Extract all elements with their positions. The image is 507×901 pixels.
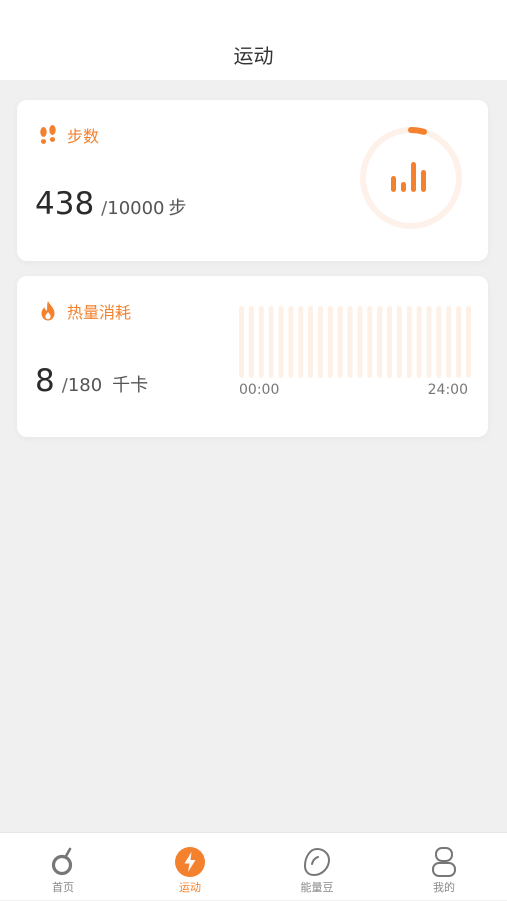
top-bar: 运动 <box>0 0 507 80</box>
calorie-value: 8 <box>35 363 55 399</box>
hour-bar-track <box>317 306 323 378</box>
hour-bar-track <box>357 306 363 378</box>
hourly-calorie-chart <box>239 306 471 378</box>
calorie-value-row: 8 / 180 千卡 <box>35 363 148 399</box>
calorie-label: 热量消耗 <box>67 303 132 322</box>
footprints-icon <box>40 125 56 144</box>
steps-label: 步数 <box>67 127 100 146</box>
steps-value: 438 <box>35 186 95 222</box>
tab-sport[interactable]: 运动 <box>127 833 253 901</box>
tab-beans[interactable]: 能量豆 <box>254 833 380 901</box>
hour-bar-track <box>387 306 393 378</box>
bottom-tab-bar: 首页 运动 能量豆 我的 <box>0 832 507 900</box>
tab-me[interactable]: 我的 <box>381 833 507 901</box>
hour-bar-track <box>456 306 462 378</box>
hour-bar-track <box>416 306 422 378</box>
hour-bar-track <box>239 306 244 378</box>
hour-bar-track <box>406 306 412 378</box>
hour-bar-track <box>396 306 402 378</box>
time-start-label: 00:00 <box>239 382 280 398</box>
hour-bar-track <box>426 306 432 378</box>
hour-bar-track <box>258 306 264 378</box>
person-icon <box>432 847 456 877</box>
bean-icon <box>303 847 331 877</box>
calorie-unit: 千卡 <box>112 375 149 396</box>
hour-bar-track <box>337 306 343 378</box>
hour-bar-track <box>446 306 452 378</box>
hour-bar-track <box>436 306 442 378</box>
steps-goal: 10000 <box>107 198 165 219</box>
tab-me-label: 我的 <box>433 881 455 894</box>
calorie-goal: 180 <box>67 375 103 396</box>
hour-bar-track <box>347 306 353 378</box>
steps-value-row: 438 / 10000 步 <box>35 186 187 222</box>
tab-home-label: 首页 <box>52 881 74 894</box>
tab-sport-label: 运动 <box>179 881 201 894</box>
hour-bar-track <box>248 306 254 378</box>
steps-progress-ring <box>360 127 462 229</box>
hour-bar-track <box>466 306 471 378</box>
hour-bar-track <box>298 306 304 378</box>
hour-bar-track <box>308 306 314 378</box>
tab-beans-label: 能量豆 <box>300 881 334 894</box>
flame-icon <box>41 301 55 321</box>
hour-bar-track <box>327 306 333 378</box>
tab-home[interactable]: 首页 <box>0 833 126 901</box>
steps-card[interactable]: 步数 438 / 10000 步 <box>17 100 488 261</box>
steps-unit: 步 <box>168 198 187 219</box>
bar-chart-icon <box>391 162 426 192</box>
fruit-icon <box>51 847 73 876</box>
page-title: 运动 <box>233 44 274 68</box>
hour-bar-track <box>278 306 284 378</box>
calorie-card-header: 热量消耗 <box>37 299 131 323</box>
steps-card-header: 步数 <box>37 123 99 147</box>
hour-bar-track <box>288 306 294 378</box>
hour-bar-track <box>268 306 274 378</box>
time-end-label: 24:00 <box>427 382 468 398</box>
lightning-icon <box>175 847 205 877</box>
calorie-card[interactable]: 热量消耗 8 / 180 千卡 00:00 24:00 <box>17 276 488 437</box>
hour-bar-track <box>377 306 383 378</box>
hour-bar-track <box>367 306 373 378</box>
ring-progress-arc <box>408 127 428 135</box>
